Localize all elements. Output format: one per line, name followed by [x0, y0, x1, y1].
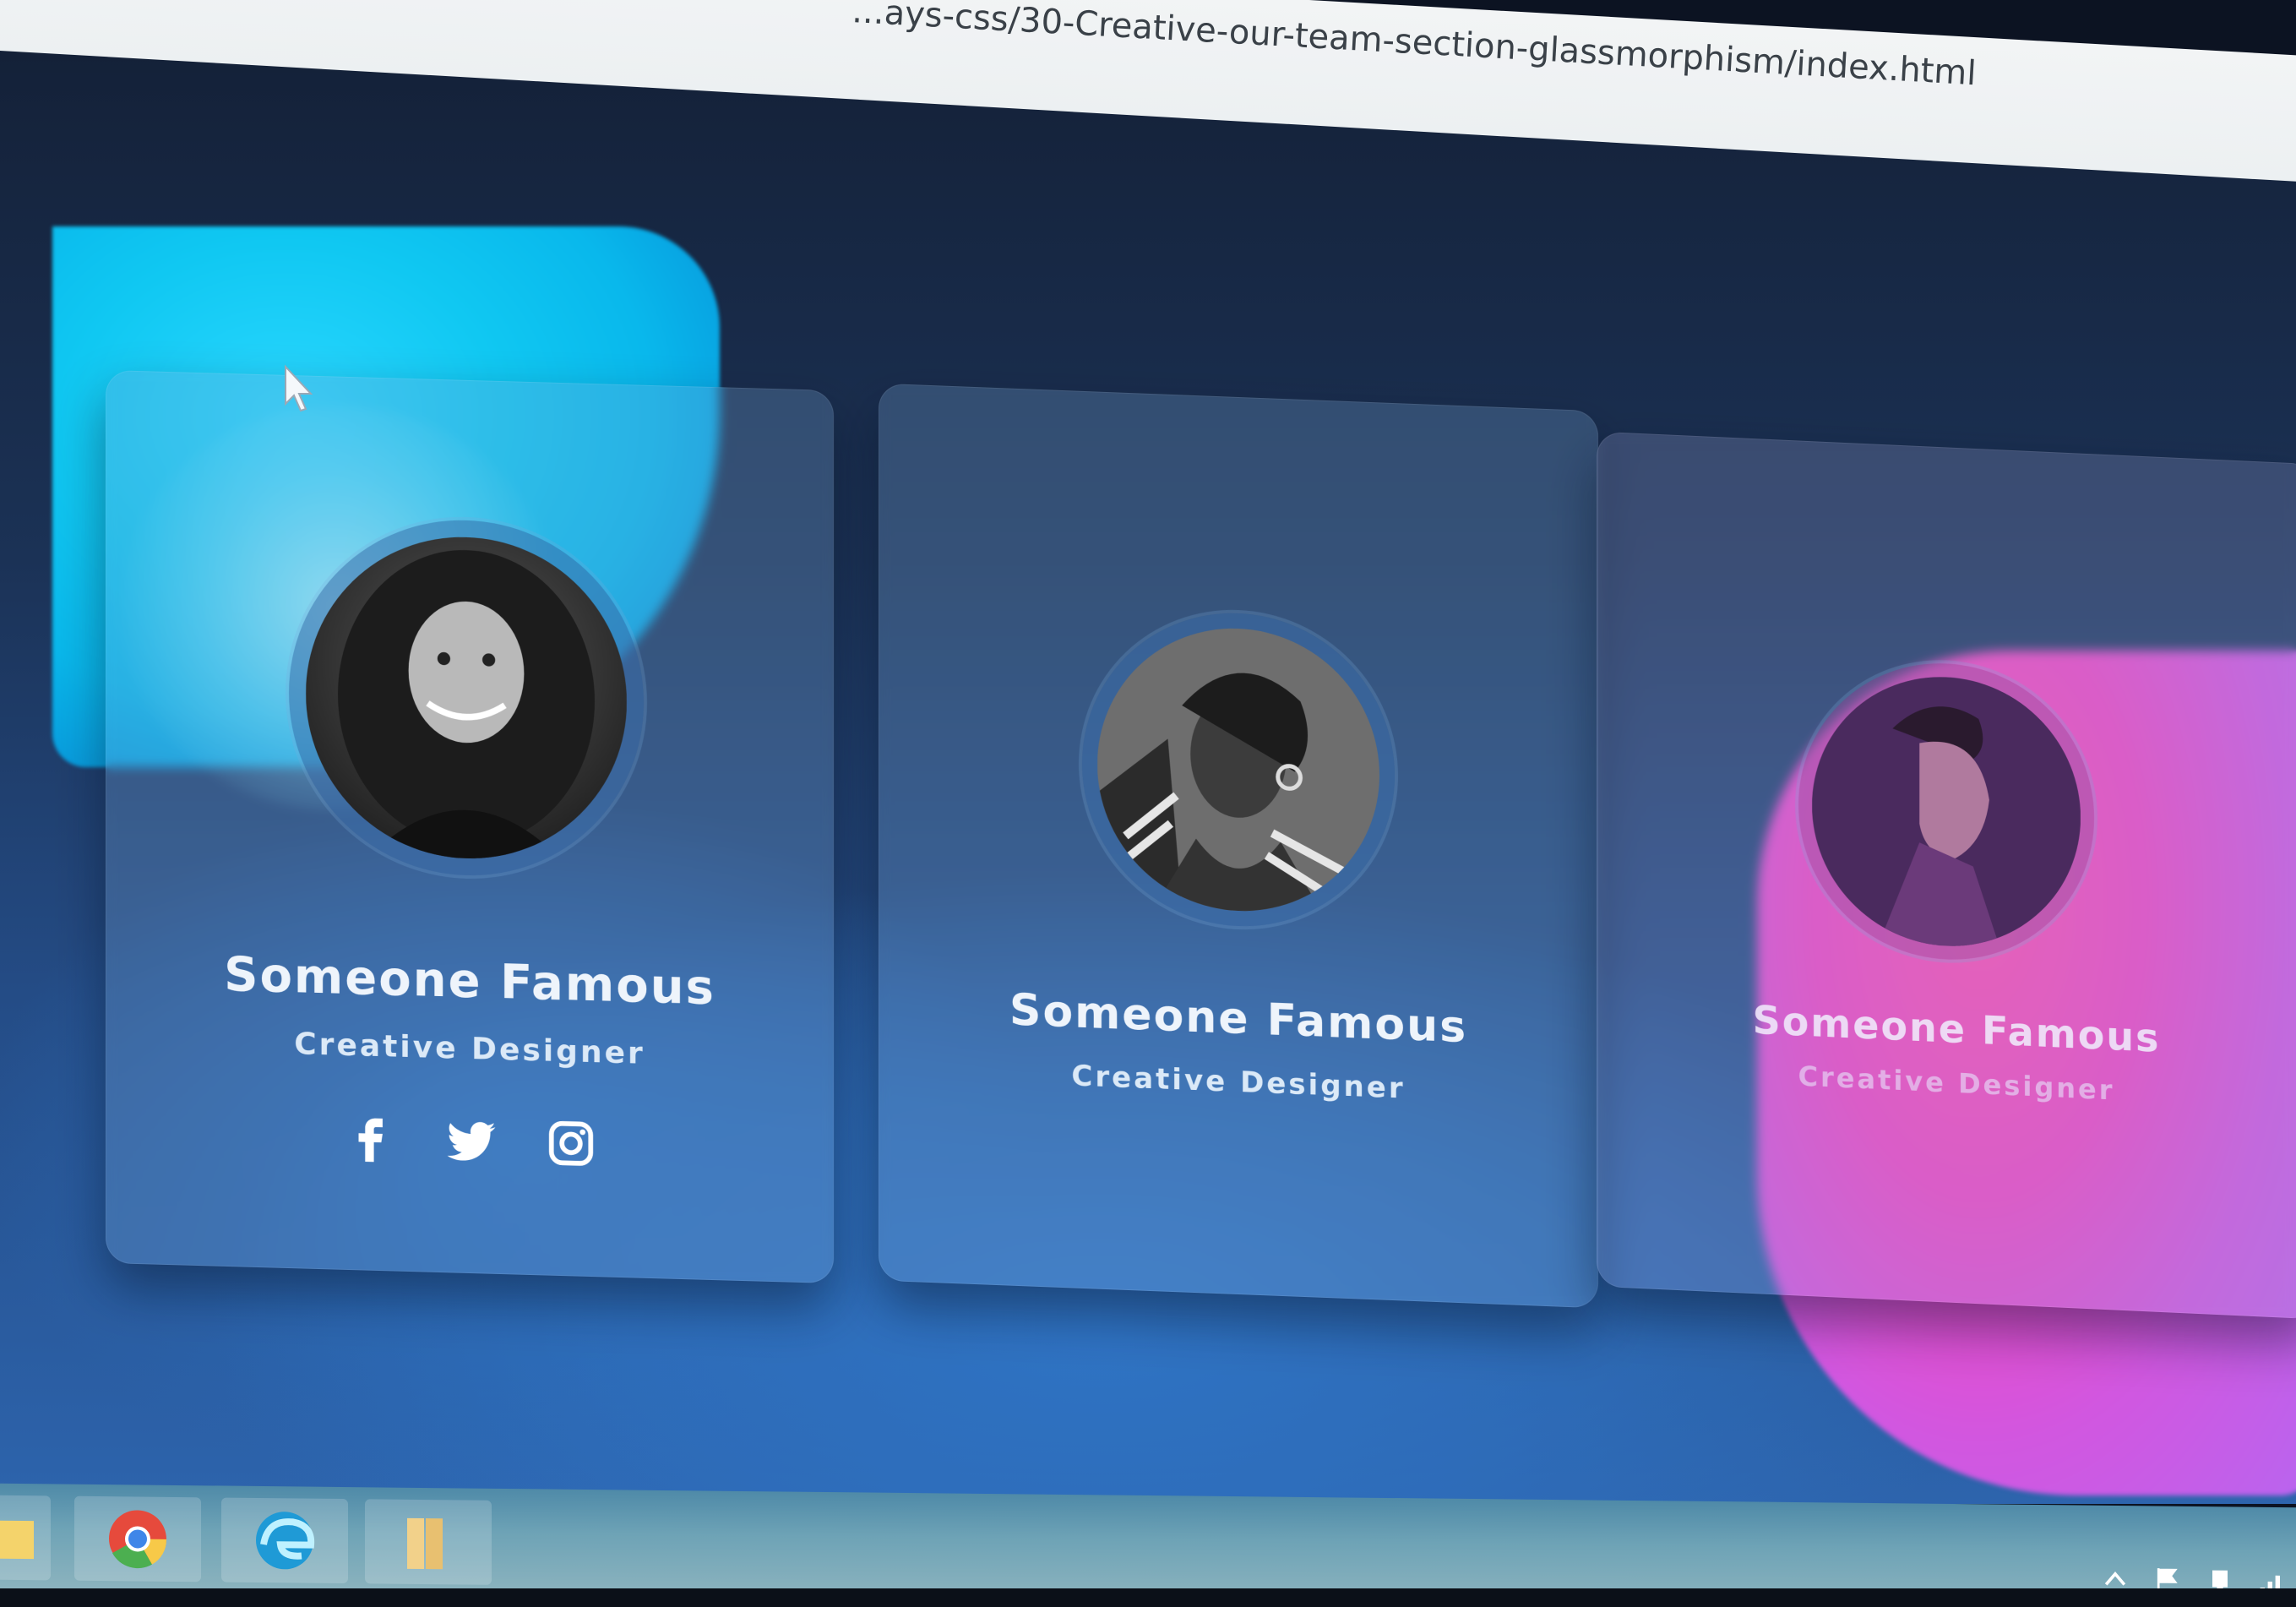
twitter-icon[interactable] — [445, 1114, 498, 1168]
member-role: Creative Designer — [294, 1027, 645, 1071]
photo-of-screen: ...ays-css/30-Creative-our-team-section-… — [0, 0, 2296, 1607]
chrome-button[interactable] — [74, 1495, 201, 1582]
instagram-icon[interactable] — [545, 1116, 597, 1170]
team-card-2[interactable]: Someone Famous Creative Designer — [879, 383, 1598, 1309]
edge-button[interactable] — [221, 1497, 348, 1584]
folder-icon — [407, 1517, 443, 1570]
edge-icon — [256, 1512, 315, 1570]
team-card-3[interactable]: Someone Famous Creative Designer — [1597, 431, 2296, 1320]
monitor-bezel — [0, 1588, 2296, 1607]
member-name: Someone Famous — [224, 946, 715, 1016]
file-explorer-icon — [0, 1520, 34, 1560]
member-role: Creative Designer — [1071, 1059, 1406, 1106]
mouse-cursor-icon — [285, 364, 313, 412]
member-name: Someone Famous — [1009, 984, 1468, 1054]
chrome-icon — [109, 1510, 167, 1569]
social-links — [345, 1111, 597, 1170]
team-card-1[interactable]: Someone Famous Creative Designer — [106, 369, 834, 1284]
file-explorer-button[interactable] — [0, 1495, 51, 1581]
folder-button[interactable] — [365, 1499, 492, 1585]
facebook-icon[interactable] — [345, 1111, 398, 1165]
